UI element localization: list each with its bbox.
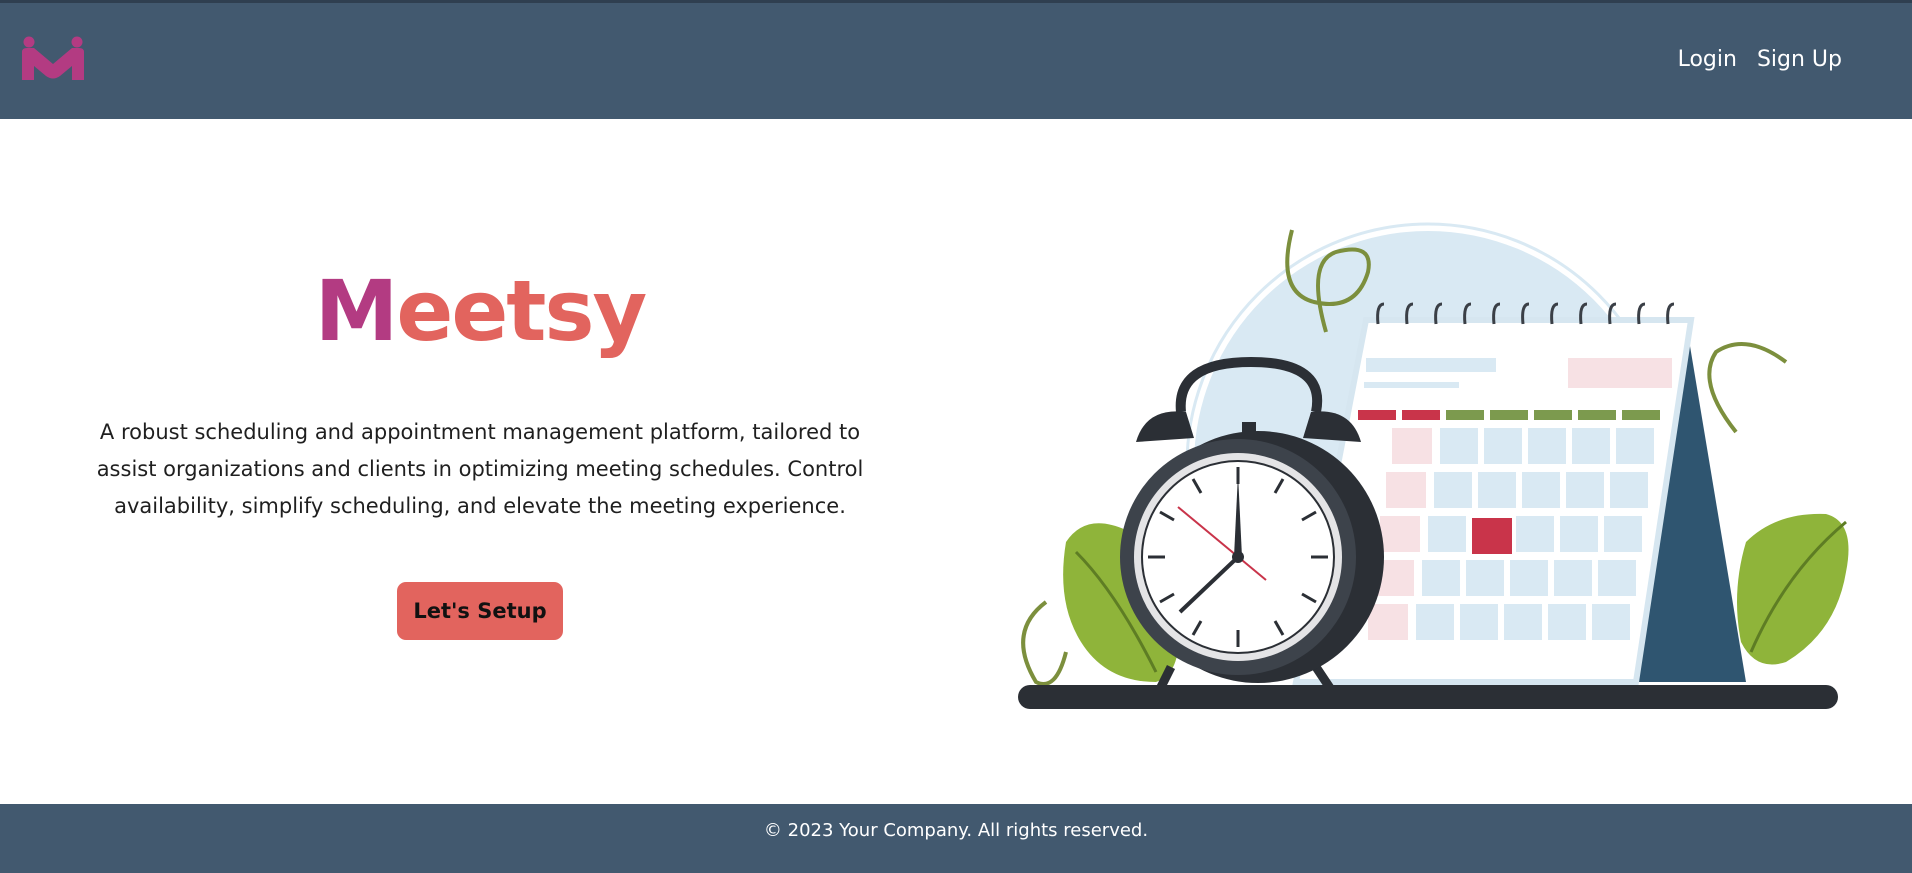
footer-copyright: © 2023 Your Company. All rights reserved… xyxy=(763,820,1149,841)
hero-title-initial: M xyxy=(314,262,399,360)
calendar-clock-illustration-icon xyxy=(1018,222,1849,709)
signup-link[interactable]: Sign Up xyxy=(1757,47,1842,72)
footer: © 2023 Your Company. All rights reserved… xyxy=(0,804,1912,873)
header-nav: Login Sign Up xyxy=(1678,47,1842,72)
hero-title: Meetsy xyxy=(0,262,960,360)
lets-setup-button[interactable]: Let's Setup xyxy=(397,582,563,640)
top-navbar: Login Sign Up xyxy=(0,0,1912,119)
meetsy-logo-icon[interactable] xyxy=(20,36,86,82)
login-link[interactable]: Login xyxy=(1678,47,1737,72)
top-edge-strip xyxy=(0,0,1912,3)
hero-title-rest: eetsy xyxy=(396,262,647,360)
hero-description: A robust scheduling and appointment mana… xyxy=(96,420,864,518)
